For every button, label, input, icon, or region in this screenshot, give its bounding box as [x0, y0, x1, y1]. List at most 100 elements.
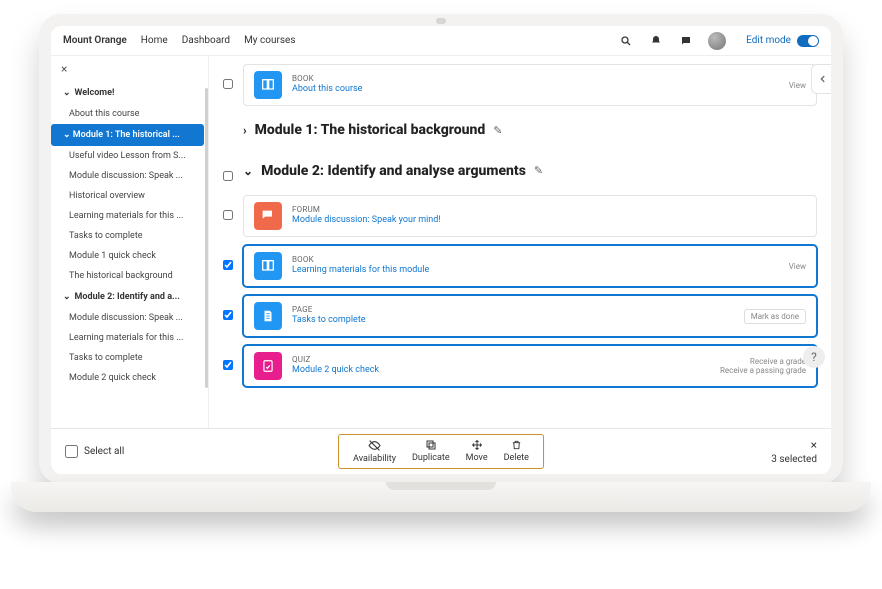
edit-mode-toggle[interactable]: Edit mode — [746, 35, 819, 47]
activity-action[interactable]: View — [789, 81, 806, 90]
close-bulk-icon[interactable]: × — [811, 438, 817, 452]
nav-mycourses[interactable]: My courses — [244, 35, 295, 46]
trash-icon — [511, 439, 522, 451]
activity-card-page[interactable]: PAGE Tasks to complete Mark as done — [243, 295, 817, 337]
sidebar-item[interactable]: Module discussion: Speak ... — [51, 166, 204, 186]
activity-title-link[interactable]: Module discussion: Speak your mind! — [292, 215, 806, 227]
scrollbar[interactable] — [205, 88, 208, 388]
drawer-toggle[interactable] — [811, 64, 831, 94]
bulk-checkbox[interactable] — [223, 205, 235, 224]
activity-type-label: QUIZ — [292, 355, 710, 365]
edit-mode-label: Edit mode — [746, 35, 791, 46]
book-icon — [254, 71, 282, 99]
activity-title-link[interactable]: Tasks to complete — [292, 315, 734, 327]
pencil-icon[interactable]: ✎ — [493, 124, 502, 137]
bulk-actions-group: Availability Duplicate Move — [338, 434, 544, 469]
sidebar-item[interactable]: The historical background — [51, 266, 204, 286]
activity-type-label: BOOK — [292, 74, 779, 84]
activity-action[interactable]: View — [789, 262, 806, 271]
sidebar-section-welcome[interactable]: ⌄ Welcome! — [51, 82, 204, 104]
select-all-checkbox[interactable]: Select all — [65, 445, 124, 458]
main-content: BOOK About this course View › Module 1: … — [209, 56, 831, 428]
activity-title-link[interactable]: Learning materials for this module — [292, 265, 779, 277]
sidebar-item[interactable]: Module discussion: Speak ... — [51, 308, 204, 328]
forum-icon — [254, 202, 282, 230]
mark-done-button[interactable]: Mark as done — [744, 309, 806, 324]
activity-title-link[interactable]: About this course — [292, 84, 779, 96]
bulk-action-bar: Select all Availability Duplicate — [51, 428, 831, 474]
book-icon — [254, 252, 282, 280]
sidebar-heading-label: Module 2: Identify and a... — [75, 292, 180, 302]
eye-off-icon — [368, 439, 381, 452]
bulk-delete-button[interactable]: Delete — [504, 439, 529, 464]
completion-condition: Receive a grade — [750, 357, 806, 366]
avatar[interactable] — [708, 32, 726, 50]
section-module2[interactable]: ⌄ Module 2: Identify and analyse argumen… — [223, 156, 817, 185]
bulk-checkbox[interactable] — [223, 305, 235, 324]
activity-row: PAGE Tasks to complete Mark as done — [223, 295, 817, 337]
search-icon[interactable] — [618, 33, 634, 49]
select-all-label: Select all — [84, 446, 124, 457]
section-title: Module 2: Identify and analyse arguments — [261, 163, 526, 179]
bulk-duplicate-button[interactable]: Duplicate — [412, 439, 450, 464]
sidebar-section-module2[interactable]: ⌄ Module 2: Identify and a... — [51, 286, 204, 308]
sidebar-item[interactable]: Tasks to complete — [51, 226, 204, 246]
sidebar-section-module1[interactable]: ⌄ Module 1: The historical ... — [51, 124, 204, 146]
messages-icon[interactable] — [678, 33, 694, 49]
pencil-icon[interactable]: ✎ — [534, 164, 543, 177]
activity-card-forum[interactable]: FORUM Module discussion: Speak your mind… — [243, 195, 817, 237]
chevron-down-icon: ⌄ — [63, 130, 71, 140]
sidebar-item[interactable]: Learning materials for this ... — [51, 328, 204, 348]
activity-card-book[interactable]: BOOK About this course View — [243, 64, 817, 106]
bell-icon[interactable] — [648, 33, 664, 49]
activity-card-quiz[interactable]: QUIZ Module 2 quick check Receive a grad… — [243, 345, 817, 387]
sidebar-item[interactable]: Historical overview — [51, 186, 204, 206]
activity-type-label: BOOK — [292, 255, 779, 265]
section-title: Module 1: The historical background — [255, 122, 486, 138]
help-button[interactable]: ? — [803, 346, 825, 368]
chevron-right-icon: › — [243, 123, 247, 137]
copy-icon — [425, 439, 437, 451]
sidebar-heading-label: Welcome! — [75, 88, 115, 98]
chevron-down-icon: ⌄ — [243, 164, 253, 178]
selection-count: 3 selected — [771, 454, 817, 465]
sidebar-heading-label: Module 1: The historical ... — [73, 130, 180, 140]
nav-home[interactable]: Home — [141, 35, 168, 46]
page-icon — [254, 302, 282, 330]
bulk-checkbox[interactable] — [223, 355, 235, 374]
activity-type-label: FORUM — [292, 205, 806, 215]
sidebar-item[interactable]: About this course — [51, 104, 204, 124]
bulk-action-label: Delete — [504, 453, 529, 463]
activity-row: BOOK About this course View — [223, 64, 817, 106]
nav-dashboard[interactable]: Dashboard — [182, 35, 230, 46]
chevron-down-icon: ⌄ — [63, 292, 71, 302]
sidebar-item[interactable]: Tasks to complete — [51, 348, 204, 368]
brand-name[interactable]: Mount Orange — [63, 35, 127, 46]
move-icon — [471, 439, 483, 451]
close-icon[interactable]: × — [51, 62, 208, 82]
sidebar-item[interactable]: Module 1 quick check — [51, 246, 204, 266]
activity-type-label: PAGE — [292, 305, 734, 315]
toggle-on-icon — [797, 35, 819, 47]
activity-row: FORUM Module discussion: Speak your mind… — [223, 195, 817, 237]
section-module1[interactable]: › Module 1: The historical background ✎ — [223, 122, 817, 138]
bulk-action-label: Move — [466, 453, 488, 463]
bulk-action-label: Availability — [353, 454, 396, 464]
bulk-availability-button[interactable]: Availability — [353, 439, 396, 464]
activity-row: QUIZ Module 2 quick check Receive a grad… — [223, 345, 817, 387]
bulk-checkbox[interactable] — [223, 255, 235, 274]
activity-title-link[interactable]: Module 2 quick check — [292, 365, 710, 377]
sidebar-item[interactable]: Useful video Lesson from S... — [51, 146, 204, 166]
course-index-sidebar: × ⌄ Welcome! About this course ⌄ Module 1… — [51, 56, 209, 428]
chevron-down-icon: ⌄ — [63, 88, 71, 98]
top-nav: Mount Orange Home Dashboard My courses E… — [51, 26, 831, 56]
sidebar-item[interactable]: Learning materials for this ... — [51, 206, 204, 226]
activity-card-book[interactable]: BOOK Learning materials for this module … — [243, 245, 817, 287]
completion-condition: Receive a passing grade — [720, 366, 806, 375]
bulk-checkbox[interactable] — [223, 166, 235, 185]
bulk-action-label: Duplicate — [412, 453, 450, 463]
bulk-move-button[interactable]: Move — [466, 439, 488, 464]
quiz-icon — [254, 352, 282, 380]
sidebar-item[interactable]: Module 2 quick check — [51, 368, 204, 388]
bulk-checkbox[interactable] — [223, 74, 235, 93]
